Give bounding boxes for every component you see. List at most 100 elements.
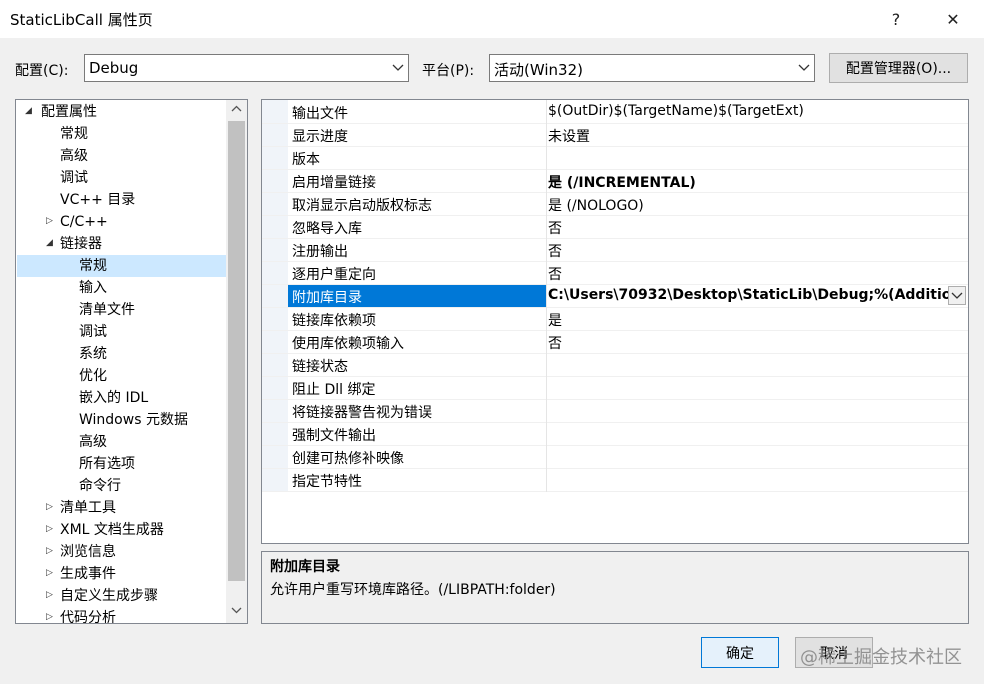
property-row[interactable]: 逐用户重定向 否: [262, 262, 968, 285]
tree-item[interactable]: 嵌入的 IDL: [79, 387, 148, 409]
property-row[interactable]: 阻止 Dll 绑定: [262, 377, 968, 400]
platform-select[interactable]: 活动(Win32): [489, 54, 815, 82]
property-row[interactable]: 注册输出 否: [262, 239, 968, 262]
property-row[interactable]: 输出文件 $(OutDir)$(TargetName)$(TargetExt): [262, 101, 968, 124]
config-select-value: Debug: [89, 59, 139, 77]
tree-item[interactable]: 常规: [60, 123, 88, 145]
tree-item[interactable]: 生成事件: [60, 563, 116, 585]
collapsed-icon[interactable]: ▷: [46, 612, 53, 622]
property-row[interactable]: 将链接器警告视为错误: [262, 400, 968, 423]
property-value[interactable]: $(OutDir)$(TargetName)$(TargetExt): [548, 103, 946, 119]
property-value[interactable]: 是 (/INCREMENTAL): [548, 172, 946, 192]
description-title: 附加库目录: [270, 559, 340, 575]
property-name: 创建可热修补映像: [292, 451, 404, 467]
config-select[interactable]: Debug: [84, 54, 409, 82]
collapsed-icon[interactable]: ▷: [46, 502, 53, 512]
property-name: 使用库依赖项输入: [292, 336, 404, 352]
property-row[interactable]: 版本: [262, 147, 968, 170]
tree-item[interactable]: 代码分析: [60, 607, 116, 623]
value-dropdown-button[interactable]: [948, 286, 966, 305]
help-button[interactable]: ?: [873, 2, 919, 36]
tree-item[interactable]: XML 文档生成器: [60, 519, 164, 541]
tree-item[interactable]: 所有选项: [79, 453, 135, 475]
expanded-icon[interactable]: ◢: [46, 238, 53, 248]
config-manager-button[interactable]: 配置管理器(O)...: [829, 53, 968, 83]
property-name: 忽略导入库: [292, 221, 362, 237]
property-name: 阻止 Dll 绑定: [292, 382, 376, 398]
property-name: 指定节特性: [292, 474, 362, 490]
tree-item[interactable]: 浏览信息: [60, 541, 116, 563]
property-value[interactable]: 否: [548, 241, 946, 261]
property-name: 取消显示启动版权标志: [292, 198, 432, 214]
property-name: 版本: [292, 152, 320, 168]
property-value[interactable]: 否: [548, 218, 946, 238]
scroll-up-icon[interactable]: [231, 104, 242, 115]
tree-item[interactable]: 高级: [79, 431, 107, 453]
tree-item[interactable]: 命令行: [79, 475, 121, 497]
chevron-down-icon: [951, 292, 963, 299]
ok-button[interactable]: 确定: [701, 637, 779, 668]
tree-item[interactable]: 清单工具: [60, 497, 116, 519]
property-name: 输出文件: [292, 106, 348, 122]
tree-item[interactable]: 系统: [79, 343, 107, 365]
tree-item[interactable]: Windows 元数据: [79, 409, 188, 431]
column-divider[interactable]: [546, 100, 547, 492]
chevron-down-icon: [392, 64, 404, 71]
property-name: 显示进度: [292, 129, 348, 145]
platform-label: 平台(P):: [422, 63, 475, 79]
window-title: StaticLibCall 属性页: [10, 11, 153, 29]
tree-item[interactable]: 链接器: [60, 233, 102, 255]
close-icon: ✕: [946, 9, 960, 29]
property-value[interactable]: 是 (/NOLOGO): [548, 195, 946, 215]
chevron-down-icon: [798, 64, 810, 71]
property-row[interactable]: 链接库依赖项 是: [262, 308, 968, 331]
property-row[interactable]: 强制文件输出: [262, 423, 968, 446]
tree-scrollbar[interactable]: [226, 100, 247, 623]
property-name: 逐用户重定向: [292, 267, 376, 283]
property-name: 强制文件输出: [292, 428, 376, 444]
description-text: 允许用户重写环境库路径。(/LIBPATH:folder): [270, 582, 556, 598]
tree-item[interactable]: 优化: [79, 365, 107, 387]
tree-item[interactable]: C/C++: [60, 211, 108, 233]
property-row[interactable]: 创建可热修补映像: [262, 446, 968, 469]
property-grid: 输出文件 $(OutDir)$(TargetName)$(TargetExt) 显示…: [261, 99, 969, 544]
property-row[interactable]: 使用库依赖项输入 否: [262, 331, 968, 354]
property-name: 启用增量链接: [292, 175, 376, 191]
tree-item[interactable]: VC++ 目录: [60, 189, 135, 211]
property-value[interactable]: 否: [548, 333, 946, 353]
collapsed-icon[interactable]: ▷: [46, 568, 53, 578]
tree-item[interactable]: 配置属性: [41, 101, 97, 123]
property-value[interactable]: 未设置: [548, 126, 946, 146]
collapsed-icon[interactable]: ▷: [46, 546, 53, 556]
property-row[interactable]: 附加库目录 C:\Users\70932\Desktop\StaticLib\De…: [262, 285, 968, 308]
config-label: 配置(C):: [15, 63, 69, 79]
tree-item-selected[interactable]: 常规: [79, 255, 107, 277]
tree-item[interactable]: 清单文件: [79, 299, 135, 321]
property-row[interactable]: 启用增量链接 是 (/INCREMENTAL): [262, 170, 968, 193]
scroll-down-icon[interactable]: [231, 605, 242, 616]
property-value[interactable]: 否: [548, 264, 946, 284]
collapsed-icon[interactable]: ▷: [46, 590, 53, 600]
tree-item[interactable]: 高级: [60, 145, 88, 167]
property-name: 附加库目录: [292, 290, 362, 306]
tree-item[interactable]: 调试: [79, 321, 107, 343]
tree-scroll-thumb[interactable]: [228, 121, 245, 581]
tree-item[interactable]: 调试: [60, 167, 88, 189]
property-name: 注册输出: [292, 244, 348, 260]
close-button[interactable]: ✕: [930, 2, 976, 36]
property-row[interactable]: 显示进度 未设置: [262, 124, 968, 147]
property-value[interactable]: 是: [548, 310, 946, 330]
collapsed-icon[interactable]: ▷: [46, 216, 53, 226]
property-row[interactable]: 忽略导入库 否: [262, 216, 968, 239]
property-row[interactable]: 取消显示启动版权标志 是 (/NOLOGO): [262, 193, 968, 216]
property-name: 链接库依赖项: [292, 313, 376, 329]
tree-item[interactable]: 输入: [79, 277, 107, 299]
platform-select-value: 活动(Win32): [494, 61, 583, 79]
property-row[interactable]: 链接状态: [262, 354, 968, 377]
tree-item[interactable]: 自定义生成步骤: [60, 585, 158, 607]
watermark: @稀土掘金技术社区: [800, 647, 962, 668]
expanded-icon[interactable]: ◢: [25, 106, 32, 116]
property-value[interactable]: C:\Users\70932\Desktop\StaticLib\Debug;%…: [548, 287, 948, 303]
property-row[interactable]: 指定节特性: [262, 469, 968, 492]
collapsed-icon[interactable]: ▷: [46, 524, 53, 534]
